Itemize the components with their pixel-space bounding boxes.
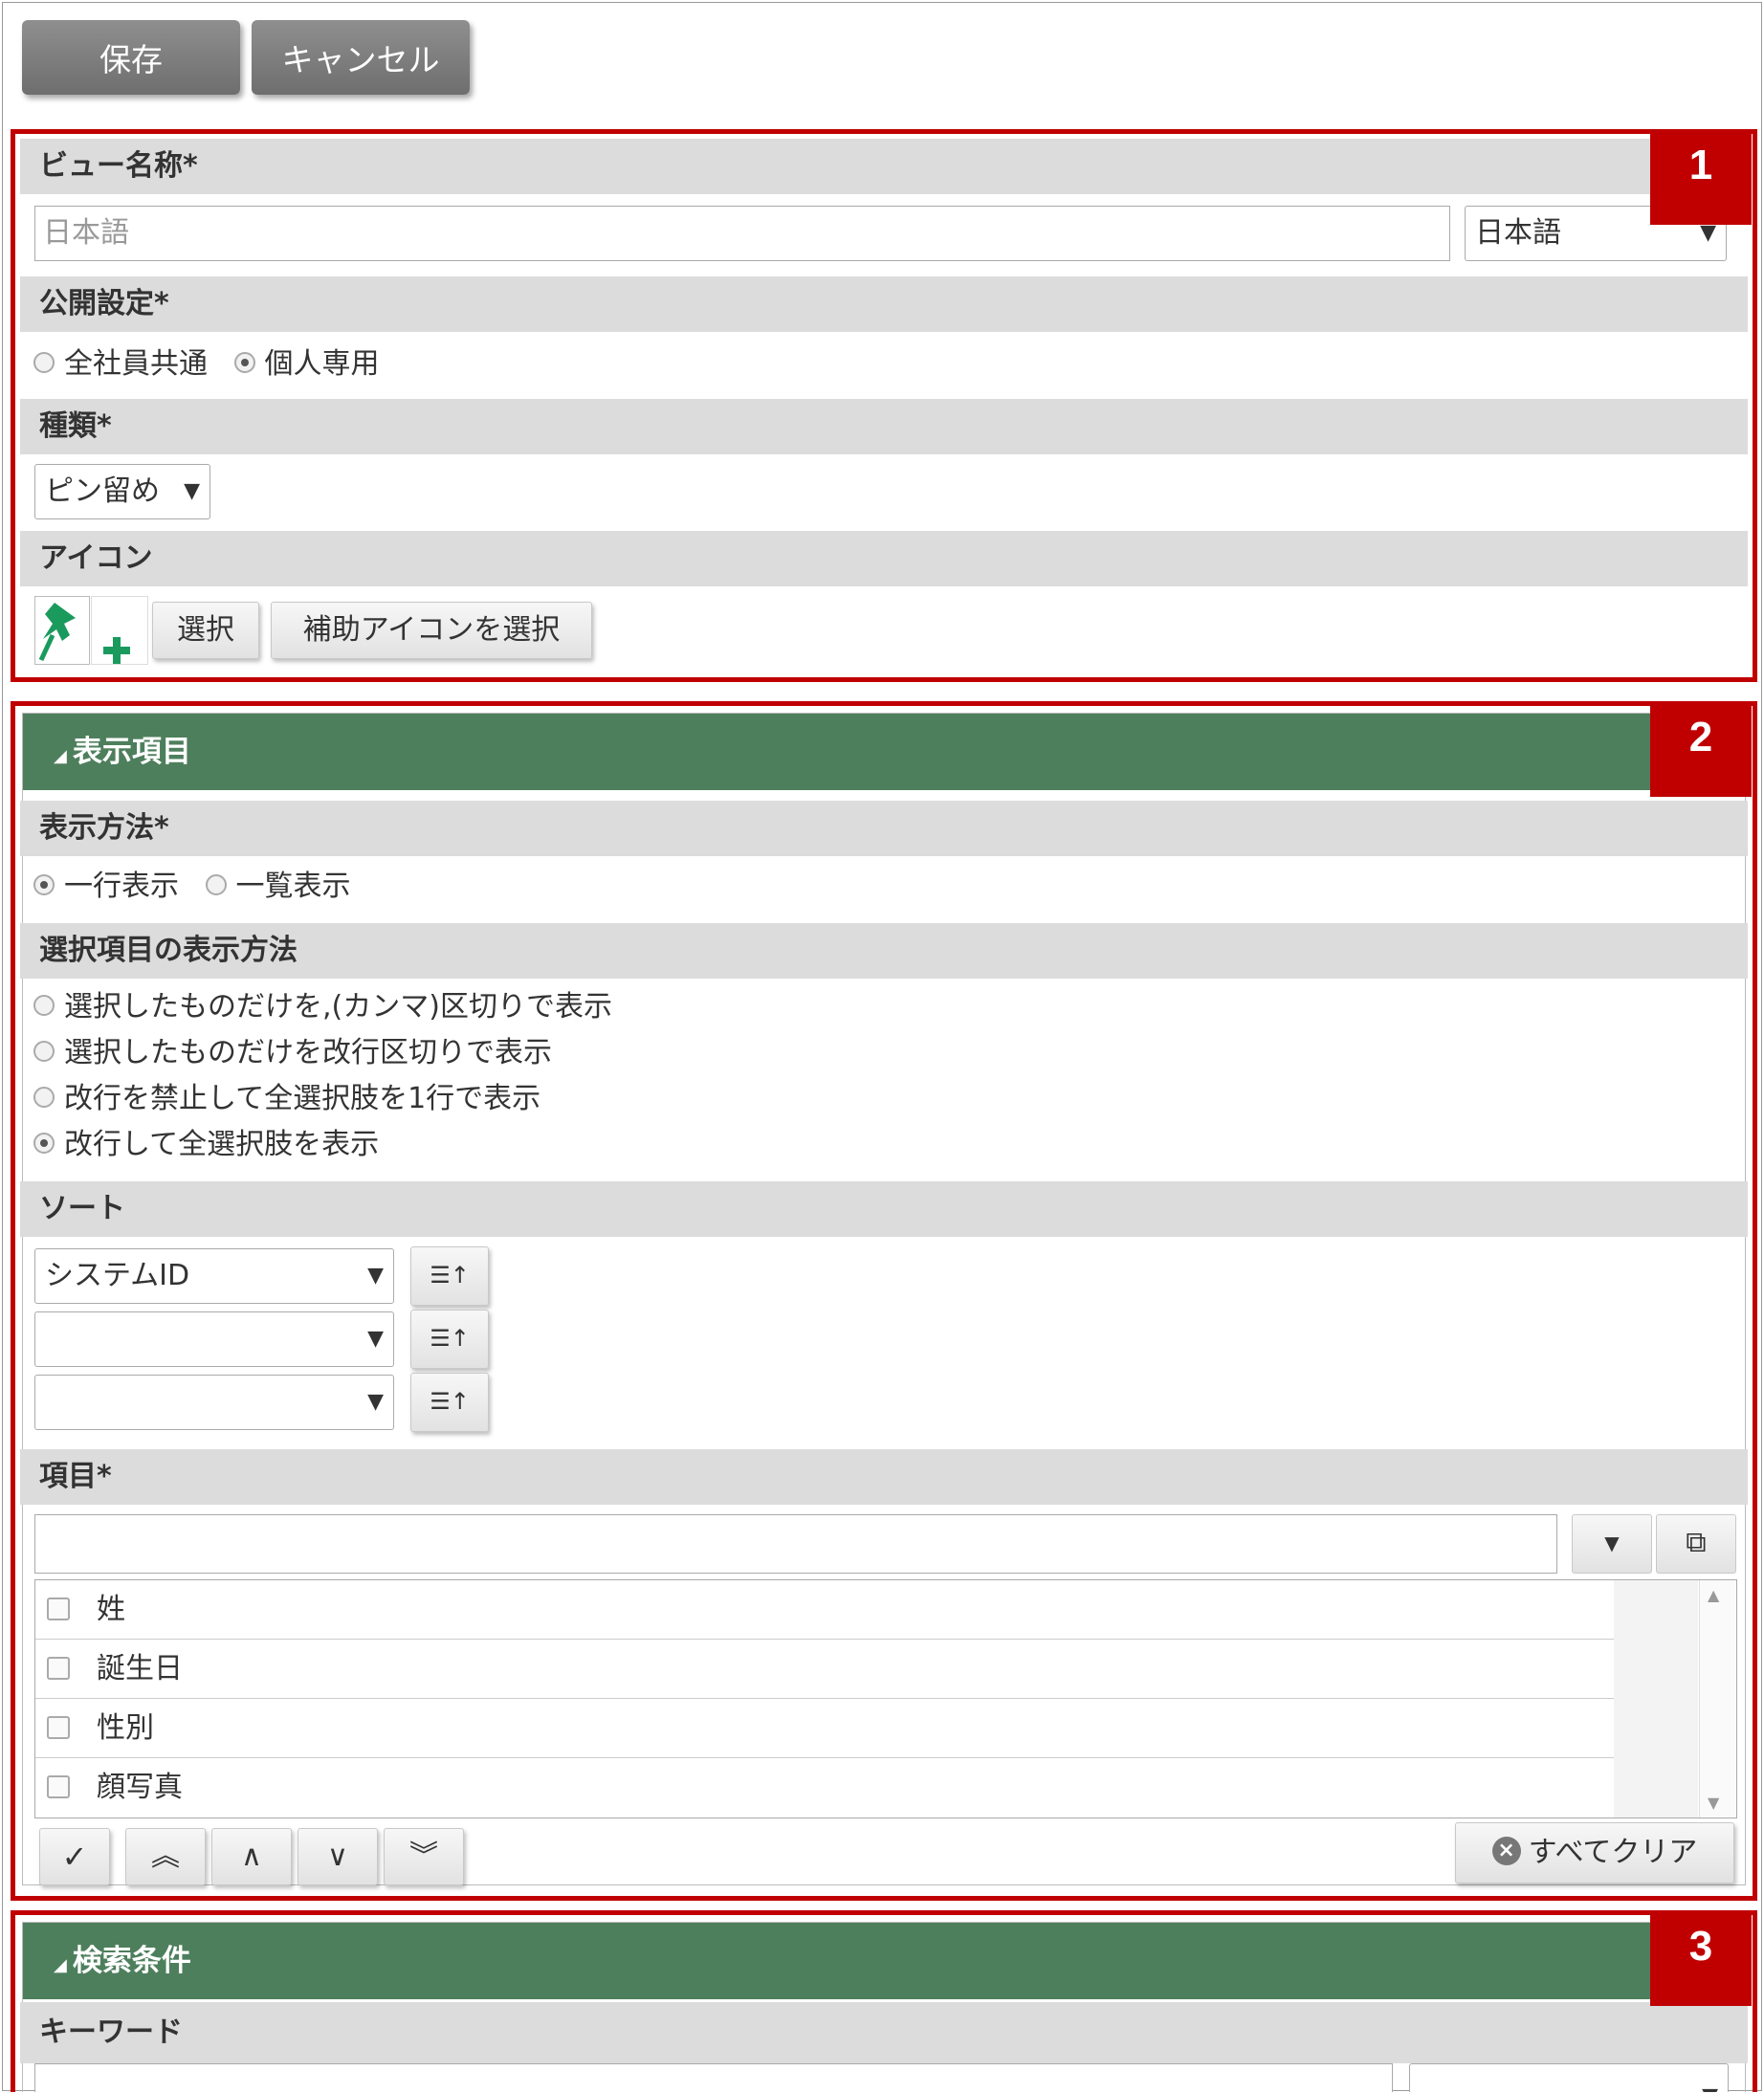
highlight-box-1	[11, 129, 1757, 682]
form-frame: 保存 キャンセル ビュー名称* 日本語 日本語 ▼ 公開設定* 全社員共通 個人…	[2, 2, 1762, 2092]
highlight-box-3	[11, 1910, 1757, 2092]
callout-badge-1: 1	[1650, 129, 1752, 225]
callout-badge-3: 3	[1650, 1910, 1752, 2006]
save-button[interactable]: 保存	[22, 20, 240, 95]
cancel-button[interactable]: キャンセル	[252, 20, 470, 95]
highlight-box-2	[11, 701, 1757, 1901]
callout-badge-2: 2	[1650, 701, 1752, 797]
